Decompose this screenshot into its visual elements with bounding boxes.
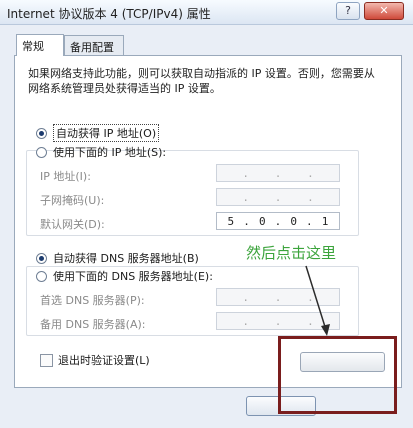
- tab-general[interactable]: 常规: [16, 34, 64, 56]
- annotation-arrow: [305, 265, 330, 336]
